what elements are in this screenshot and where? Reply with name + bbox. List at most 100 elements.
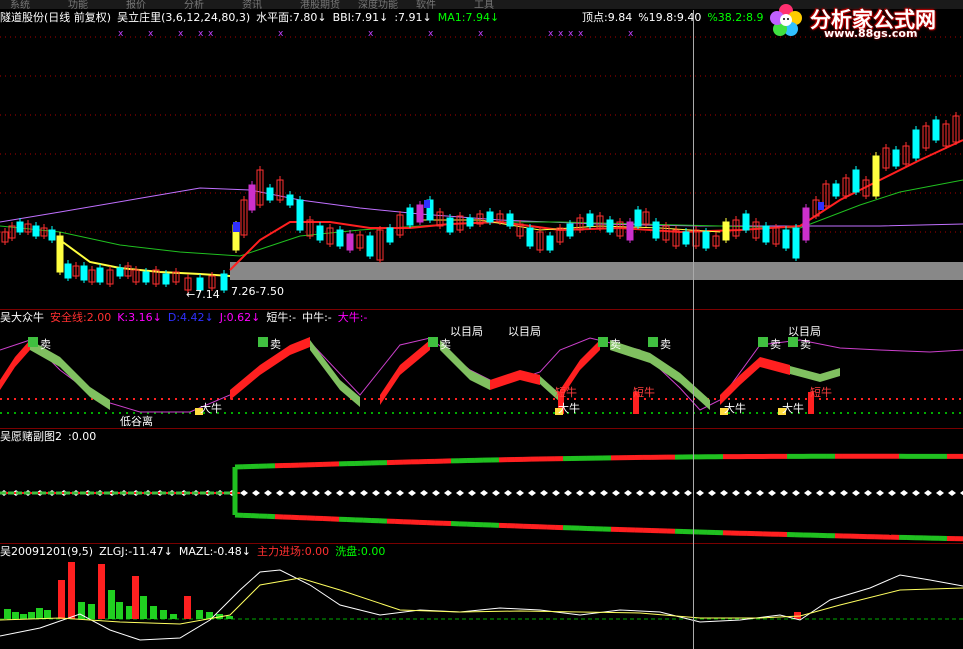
candle-body (566, 223, 574, 237)
signal-mark: x (568, 29, 574, 39)
candle-body (16, 221, 24, 233)
bull-label: 大牛 (782, 401, 804, 415)
diamond-mark (684, 490, 692, 496)
sell-label: 卖 (770, 338, 781, 351)
diamond-mark (840, 490, 848, 496)
volume-bar (36, 608, 43, 619)
signal-mark: x (208, 29, 214, 39)
diamond-mark (624, 490, 632, 496)
diamond-mark (420, 490, 428, 496)
volume-band (230, 262, 963, 280)
bull-band (790, 366, 840, 382)
diamond-mark (756, 490, 764, 496)
candle-body (220, 273, 228, 291)
low-price-label: ←7.14 (186, 288, 220, 301)
diamond-mark (564, 490, 572, 496)
candle-body (722, 221, 730, 241)
volume-bar (98, 564, 105, 619)
short-bull-label: 短牛 (555, 385, 577, 399)
signal-mark: x (478, 29, 484, 39)
diamond-mark (852, 490, 860, 496)
candle-body (96, 267, 104, 283)
sell-label: 卖 (270, 338, 281, 351)
diamond-mark (672, 490, 680, 496)
candle-body (48, 229, 56, 241)
sell-signal (758, 337, 768, 347)
diamond-mark (600, 490, 608, 496)
candle-body (852, 169, 860, 193)
sell-label: 卖 (440, 338, 451, 351)
diamond-mark (276, 490, 284, 496)
diamond-mark (732, 490, 740, 496)
candle-body (416, 204, 424, 223)
diamond-mark (456, 490, 464, 496)
diamond-mark (288, 490, 296, 496)
signal-mark: x (558, 29, 564, 39)
candle-body (446, 217, 454, 233)
candle-body (424, 200, 430, 208)
volume-bar (68, 562, 75, 619)
volume-bar (184, 596, 191, 619)
diamond-mark (768, 490, 776, 496)
candle-body (872, 155, 880, 197)
candle-body (64, 263, 72, 279)
short-bull-label: 短牛 (633, 385, 655, 399)
volume-bar (132, 576, 139, 619)
diamond-mark (324, 490, 332, 496)
candle-body (652, 221, 660, 239)
sell-signal (788, 337, 798, 347)
volume-bar (88, 604, 95, 619)
candle-body (80, 265, 88, 281)
diamond-mark (864, 490, 872, 496)
candle-body (266, 187, 274, 201)
candle-body (116, 267, 124, 277)
diamond-mark (660, 490, 668, 496)
bull-band (490, 370, 540, 390)
candle-body (56, 235, 64, 273)
crosshair-cursor[interactable] (693, 10, 694, 649)
candle-body (782, 229, 790, 249)
diamond-mark (444, 490, 452, 496)
candle-body (626, 221, 634, 241)
bull-label: 大牛 (724, 401, 746, 415)
volume-bar (160, 610, 167, 619)
signal-mark: x (428, 29, 434, 39)
diamond-mark (504, 490, 512, 496)
diamond-mark (492, 490, 500, 496)
candle-body (606, 219, 614, 233)
candle-body (586, 213, 594, 227)
signal-mark: x (548, 29, 554, 39)
volume-bar (20, 614, 27, 619)
bull-band (720, 357, 790, 405)
candle-body (742, 213, 750, 231)
candle-body (286, 194, 294, 206)
candle-body (818, 202, 824, 210)
diamond-mark (348, 490, 356, 496)
sell-signal (28, 337, 38, 347)
diamond-mark (312, 490, 320, 496)
volume-bar (12, 612, 19, 619)
candle-body (762, 225, 770, 243)
diamond-mark (720, 490, 728, 496)
candle-body (486, 211, 494, 223)
volume-bar (108, 590, 115, 619)
diamond-mark (240, 490, 248, 496)
sell-signal (598, 337, 608, 347)
bull-label: 大牛 (558, 401, 580, 415)
candle-body (682, 231, 690, 245)
diamond-mark (264, 490, 272, 496)
diamond-mark (828, 490, 836, 496)
top-label: 以目局 (508, 325, 541, 338)
diamond-mark (540, 490, 548, 496)
chart-canvas[interactable]: x x x x x x x x x x x x x x卖卖卖卖卖卖卖大牛 大牛 大牛 大牛短牛 短牛 短牛以目局 以目… (0, 0, 963, 649)
diamond-mark (876, 490, 884, 496)
bull-band (310, 340, 360, 407)
diamond-mark (744, 490, 752, 496)
diamond-mark (912, 490, 920, 496)
sell-signal (258, 337, 268, 347)
signal-mark: x (578, 29, 584, 39)
diamond-mark (900, 490, 908, 496)
candle-body (466, 217, 474, 227)
diamond-mark (480, 490, 488, 496)
ma-green-line (0, 179, 963, 257)
